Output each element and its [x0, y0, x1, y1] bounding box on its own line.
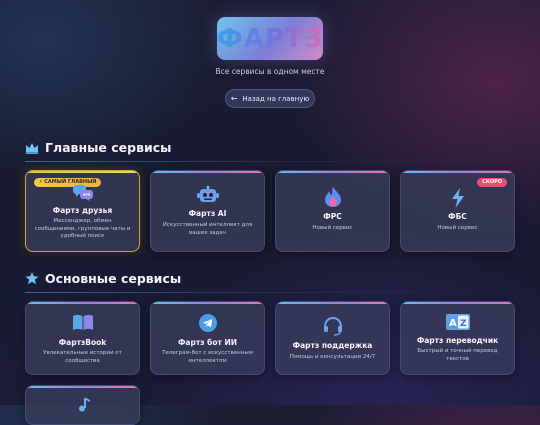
svg-text:A: A: [449, 318, 457, 329]
telegram-icon: [151, 314, 264, 332]
arrow-left-icon: ←: [230, 94, 238, 103]
music-icon: [26, 398, 139, 412]
book-icon: [26, 314, 139, 331]
service-card-fartz-ai[interactable]: Фартз AI Искусственный интеллект для ваш…: [150, 170, 265, 252]
section-title-basic: Основные сервисы: [25, 271, 181, 286]
card-description: Увлекательные истории от сообщества: [43, 350, 122, 364]
chat-bubbles-icon: [26, 185, 139, 201]
lightning-icon: [401, 188, 514, 208]
star-icon: [25, 272, 39, 285]
logo-text: ФАРТЗ: [216, 23, 324, 54]
tagline: Все сервисы в одном месте: [215, 67, 325, 76]
svg-text:Z: Z: [460, 319, 467, 329]
back-button-label: Назад на главную: [242, 94, 310, 103]
service-card-fartz-translator[interactable]: A Z Фартз переводчик Быстрый и точный пе…: [400, 301, 515, 375]
card-title: ФБС: [448, 212, 467, 221]
card-description: Искусственный интеллект для ваших задач: [162, 222, 253, 236]
section-title-main-label: Главные сервисы: [45, 140, 172, 155]
translate-icon: A Z: [401, 314, 514, 330]
flame-icon: [276, 187, 389, 207]
service-card-fartz-ai-bot[interactable]: Фартз бот ИИ Телеграм-бот с искусственны…: [150, 301, 265, 375]
card-title: Фартз друзья: [52, 206, 113, 215]
card-description: Помощь и консультации 24/7: [289, 354, 376, 360]
card-title: Фартз переводчик: [416, 336, 499, 345]
logo: ФАРТЗ: [217, 17, 323, 60]
card-title: Фартз бот ИИ: [177, 338, 238, 347]
crown-icon: [26, 142, 38, 154]
service-card-fbs[interactable]: СКОРО ФБС Новый сервис: [400, 170, 515, 252]
card-title: Фартз AI: [188, 209, 227, 218]
section-divider-basic: [25, 292, 515, 293]
card-description: Мессенджер, обмен сообщениями, групповые…: [34, 218, 131, 239]
section-title-basic-label: Основные сервисы: [45, 271, 182, 286]
service-card-fartzbook[interactable]: ФартзBook Увлекательные истории от сообщ…: [25, 301, 140, 375]
card-title: Фартз поддержка: [292, 341, 373, 350]
card-title: ФартзBook: [58, 338, 107, 347]
card-description: Быстрый и точный перевод текстов: [417, 348, 498, 362]
card-title: ФРС: [323, 212, 342, 221]
badge-soon: СКОРО: [477, 178, 507, 187]
service-card-fartz-friends[interactable]: ⚡ САМЫЙ ГЛАВНЫЙ Фартз друзья Мессенджер,…: [25, 170, 140, 252]
section-title-main: Главные сервисы: [25, 140, 171, 155]
service-card-music[interactable]: [25, 385, 140, 425]
headset-icon: [276, 316, 389, 336]
service-card-frs[interactable]: ФРС Новый сервис: [275, 170, 390, 252]
back-to-home-button[interactable]: ← Назад на главную: [225, 89, 315, 108]
service-card-fartz-support[interactable]: Фартз поддержка Помощь и консультации 24…: [275, 301, 390, 375]
card-description: Новый сервис: [312, 225, 353, 231]
card-description: Телеграм-бот с искусственным интеллектом: [162, 350, 253, 364]
section-divider-main: [25, 161, 515, 162]
robot-icon: [151, 186, 264, 204]
card-description: Новый сервис: [437, 225, 478, 231]
